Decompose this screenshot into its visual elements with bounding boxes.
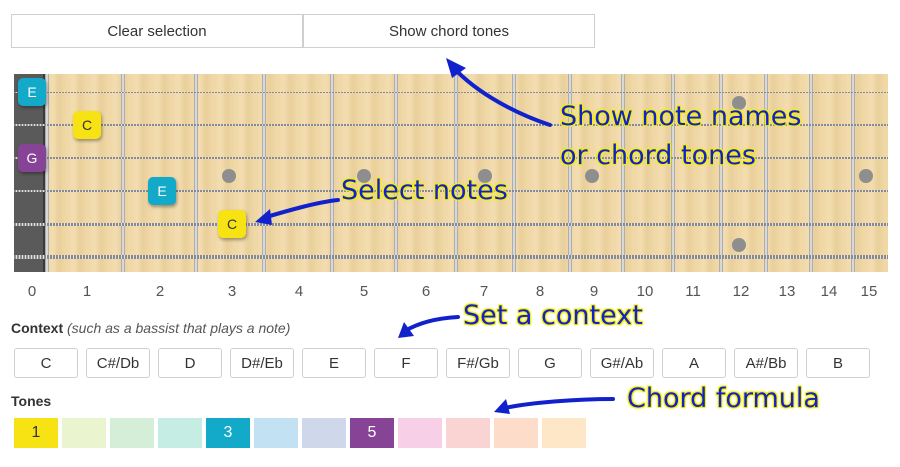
fret-number: 10	[636, 283, 654, 300]
context-note-button[interactable]: D#/Eb	[230, 348, 294, 378]
tone-cell	[254, 418, 298, 448]
selected-note-marker[interactable]: E	[148, 177, 176, 205]
string-3[interactable]	[14, 157, 888, 159]
annotation-select-notes: Select notes	[341, 175, 508, 206]
arrowhead-tones	[494, 399, 510, 414]
fret-number: 14	[820, 283, 838, 300]
context-note-button[interactable]: D	[158, 348, 222, 378]
tone-cell: 5	[350, 418, 394, 448]
tone-cell	[542, 418, 586, 448]
fret-number: 5	[359, 283, 369, 300]
fret-inlay-dot	[732, 238, 746, 252]
fret-wire	[330, 74, 334, 272]
fret-number: 1	[82, 283, 92, 300]
fret-number: 0	[27, 283, 37, 300]
fret-number: 3	[227, 283, 237, 300]
context-note-button[interactable]: C#/Db	[86, 348, 150, 378]
show-chord-tones-button[interactable]: Show chord tones	[303, 14, 595, 48]
arrow-to-context	[403, 315, 460, 333]
fret-wire	[851, 74, 855, 272]
annotation-chord-formula: Chord formula	[627, 383, 820, 414]
fret-number: 8	[535, 283, 545, 300]
tone-cell: 1	[14, 418, 58, 448]
context-note-button[interactable]: A	[662, 348, 726, 378]
context-note-button[interactable]: F	[374, 348, 438, 378]
context-label-hint: (such as a bassist that plays a note)	[67, 320, 291, 336]
context-note-button[interactable]: A#/Bb	[734, 348, 798, 378]
context-note-button[interactable]: C	[14, 348, 78, 378]
fret-number: 6	[421, 283, 431, 300]
tone-cell	[398, 418, 442, 448]
tone-cell: 3	[206, 418, 250, 448]
string-1[interactable]	[14, 91, 888, 93]
clear-selection-button[interactable]: Clear selection	[11, 14, 303, 48]
selected-note-marker[interactable]: G	[18, 144, 46, 172]
selected-note-marker[interactable]: E	[18, 78, 46, 106]
tone-cell	[110, 418, 154, 448]
fret-wire	[454, 74, 458, 272]
fret-wire	[394, 74, 398, 272]
fret-wire	[809, 74, 813, 272]
context-note-button[interactable]: G#/Ab	[590, 348, 654, 378]
context-note-button[interactable]: B	[806, 348, 870, 378]
annotation-show-note-names: Show note names	[560, 101, 802, 132]
fret-number: 7	[479, 283, 489, 300]
string-6[interactable]	[14, 255, 888, 259]
context-label: Context (such as a bassist that plays a …	[11, 320, 290, 336]
fret-number: 12	[732, 283, 750, 300]
tone-cell	[302, 418, 346, 448]
annotation-set-context: Set a context	[463, 300, 643, 331]
fret-wire	[262, 74, 266, 272]
fret-number: 9	[589, 283, 599, 300]
fret-wire	[45, 74, 49, 272]
tones-label: Tones	[11, 393, 52, 409]
context-note-button[interactable]: F#/Gb	[446, 348, 510, 378]
arrow-to-tones	[498, 397, 615, 411]
fret-inlay-dot	[222, 169, 236, 183]
fret-wire	[121, 74, 125, 272]
fret-inlay-dot	[859, 169, 873, 183]
context-note-button[interactable]: G	[518, 348, 582, 378]
tone-cell	[494, 418, 538, 448]
arrowhead-context	[398, 322, 414, 338]
fret-number: 2	[155, 283, 165, 300]
fret-number: 11	[685, 283, 701, 300]
fret-number: 15	[860, 283, 878, 300]
fret-wire	[512, 74, 516, 272]
string-5[interactable]	[14, 222, 888, 226]
context-note-button[interactable]: E	[302, 348, 366, 378]
context-label-title: Context	[11, 320, 64, 336]
selected-note-marker[interactable]: C	[218, 210, 246, 238]
annotation-or-chord-tones: or chord tones	[560, 140, 756, 171]
fret-wire	[194, 74, 198, 272]
fret-number: 4	[294, 283, 304, 300]
selected-note-marker[interactable]: C	[73, 111, 101, 139]
tone-cell	[62, 418, 106, 448]
tone-cell	[158, 418, 202, 448]
tone-cell	[446, 418, 490, 448]
fret-number: 13	[778, 283, 796, 300]
